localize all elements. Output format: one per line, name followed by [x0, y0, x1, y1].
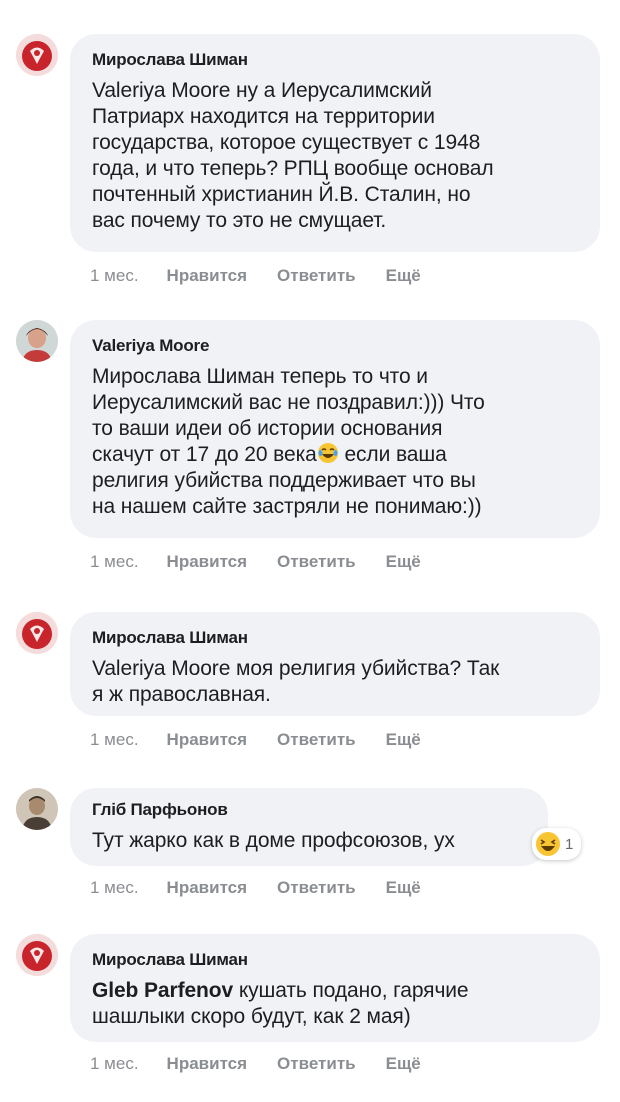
reply-button[interactable]: Ответить	[277, 1054, 356, 1074]
comment-bubble: Мирослава Шиман Valeriya Moore моя религ…	[70, 612, 600, 716]
like-button[interactable]: Нравится	[167, 878, 248, 898]
red-avatar-icon[interactable]	[16, 934, 58, 976]
reply-button[interactable]: Ответить	[277, 878, 356, 898]
comment-time[interactable]: 1 мес.	[90, 730, 139, 750]
more-button[interactable]: Ещё	[386, 878, 421, 898]
comment-text: Valeriya Moore моя религия убийства? Так…	[92, 657, 500, 706]
like-button[interactable]: Нравится	[167, 266, 248, 286]
man-portrait-avatar-icon[interactable]	[16, 788, 58, 830]
like-button[interactable]: Нравится	[167, 730, 248, 750]
comment-actions: 1 мес. Нравится Ответить Ещё	[90, 266, 451, 286]
comment-author[interactable]: Мирослава Шиман	[92, 628, 578, 648]
comment-actions: 1 мес. Нравится Ответить Ещё	[90, 730, 451, 750]
comment-text: Valeriya Moore ну а Иерусалимский Патриа…	[92, 79, 494, 232]
crying-laughing-emoji-icon	[317, 442, 339, 464]
haha-reaction-icon	[535, 831, 561, 857]
portrait-avatar-icon[interactable]	[16, 320, 58, 362]
more-button[interactable]: Ещё	[386, 730, 421, 750]
comment-time[interactable]: 1 мес.	[90, 552, 139, 572]
comment-thread: Мирослава Шиман Valeriya Moore ну а Иеру…	[0, 0, 620, 1102]
like-button[interactable]: Нравится	[167, 552, 248, 572]
comment-author[interactable]: Мирослава Шиман	[92, 50, 578, 70]
comment-actions: 1 мес. Нравится Ответить Ещё	[90, 1054, 451, 1074]
comment-text: Gleb Parfenov кушать подано, гарячие шаш…	[92, 978, 578, 1030]
comment-actions: 1 мес. Нравится Ответить Ещё	[90, 552, 451, 572]
red-avatar-icon[interactable]	[16, 612, 58, 654]
comment-time[interactable]: 1 мес.	[90, 1054, 139, 1074]
comment-bubble: Мирослава Шиман Valeriya Moore ну а Иеру…	[70, 34, 600, 252]
reply-button[interactable]: Ответить	[277, 730, 356, 750]
more-button[interactable]: Ещё	[386, 1054, 421, 1074]
more-button[interactable]: Ещё	[386, 552, 421, 572]
comment-bubble: Мирослава Шиман Gleb Parfenov кушать под…	[70, 934, 600, 1042]
comment-text: Мирослава Шиман теперь то что и Иерусали…	[92, 364, 578, 520]
comment-text: Тут жарко как в доме профсоюзов, ух	[92, 829, 455, 852]
comment-actions: 1 мес. Нравится Ответить Ещё	[90, 878, 451, 898]
comment-author[interactable]: Мирослава Шиман	[92, 950, 578, 970]
comment-author[interactable]: Valeriya Moore	[92, 336, 578, 356]
comment-time[interactable]: 1 мес.	[90, 266, 139, 286]
red-avatar-icon[interactable]	[16, 34, 58, 76]
more-button[interactable]: Ещё	[386, 266, 421, 286]
reaction-badge[interactable]: 1	[532, 828, 582, 860]
like-button[interactable]: Нравится	[167, 1054, 248, 1074]
comment-author[interactable]: Гліб Парфьонов	[92, 800, 526, 820]
reply-button[interactable]: Ответить	[277, 552, 356, 572]
comment-bubble: Valeriya Moore Мирослава Шиман теперь то…	[70, 320, 600, 538]
reply-button[interactable]: Ответить	[277, 266, 356, 286]
reaction-count: 1	[565, 835, 574, 853]
comment-time[interactable]: 1 мес.	[90, 878, 139, 898]
mention-link[interactable]: Gleb Parfenov	[92, 979, 233, 1002]
comment-bubble: Гліб Парфьонов Тут жарко как в доме проф…	[70, 788, 548, 866]
